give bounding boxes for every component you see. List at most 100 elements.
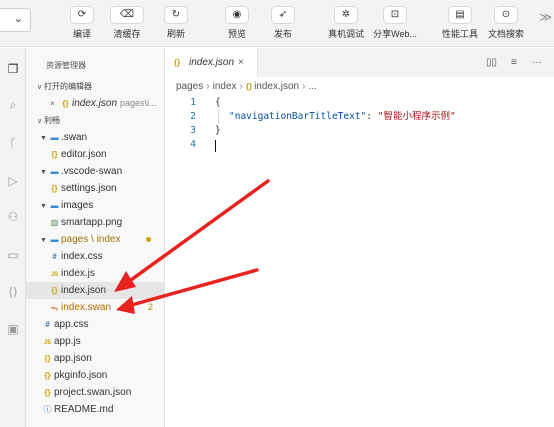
tab-label: index.json [189,57,235,68]
run-debug-icon[interactable]: ▷ [6,174,20,188]
tree-file[interactable]: {} project.swan.json [26,384,164,401]
image-file-icon: ▨ [50,218,59,227]
open-editor-item[interactable]: ×{} index.json pages\i... [26,95,164,112]
refresh-button[interactable]: ↻ 刷新 [148,6,204,46]
code-line: 1 { [166,96,554,110]
problem-count-badge: 2 [147,302,153,312]
tree-file[interactable]: ⓘ README.md [26,401,164,418]
line-number: 3 [190,125,196,136]
open-editors-header[interactable]: ∨ 打开的编辑器 [26,78,164,95]
json-key: "navigationBarTitleText" [229,111,367,122]
publish-button[interactable]: ➶ 发布 [255,6,311,46]
json-file-icon: {} [245,82,253,91]
tree-folder[interactable]: ▼ ▬ images [26,197,164,214]
eye-icon: ◉ [225,6,249,24]
json-file-icon: {} [44,388,51,397]
json-separator: : [366,111,378,122]
line-number: 1 [190,97,196,108]
refresh-label: 刷新 [166,29,185,39]
info-icon: ⓘ [43,405,52,414]
doc-search-icon: ⊙ [494,6,518,24]
clear-cache-label: 清缓存 [113,29,141,39]
device-debug-button[interactable]: ✲ 真机调试 [318,6,374,46]
performance-icon: ▤ [448,6,472,24]
line-number: 2 [190,111,196,122]
caret-down-icon: ▼ [40,203,47,210]
caret-down-icon: ▼ [40,169,47,176]
code-line: 4 [166,138,554,152]
clear-cache-icon: ⌫ [110,6,144,24]
toolbar-more-icon[interactable]: ≫ [539,10,552,24]
code-text: "navigationBarTitleText": "智能小程序示例" [229,110,456,124]
clear-cache-button[interactable]: ⌫ 清缓存 [99,6,155,46]
more-actions-icon[interactable]: ··· [532,57,542,68]
folder-icon: ▬ [50,235,59,244]
tree-folder[interactable]: ▼ ▬ pages \ index [26,231,164,248]
swan-file-icon: ᯓ [50,303,59,312]
close-icon[interactable]: × [238,48,244,77]
project-header[interactable]: ∨ 利畅 [26,112,164,129]
project-dropdown[interactable]: ⌄ [0,8,31,32]
chevron-right-icon: › [206,81,210,92]
text-cursor [215,140,216,152]
monitor-icon[interactable]: ▭ [6,248,20,262]
doc-search-button[interactable]: ⊙ 文档搜索 [478,6,534,46]
files-icon[interactable]: ❐ [6,62,20,76]
json-file-icon: {} [51,184,58,193]
folder-icon: ▬ [50,133,59,142]
tree-file[interactable]: ▨ smartapp.png [26,214,164,231]
tree-file[interactable]: {} editor.json [26,146,164,163]
tree-file[interactable]: # index.css [26,248,164,265]
chevron-right-icon: › [302,81,306,92]
extensions-icon[interactable]: ⚇ [6,210,20,224]
tree-file[interactable]: JS app.js [26,333,164,350]
restart-icon: ⟳ [70,6,94,24]
breadcrumb-item[interactable]: index.json [254,81,299,92]
json-file-icon: {} [51,150,58,159]
tree-file[interactable]: {} pkginfo.json [26,367,164,384]
line-number: 4 [190,139,196,150]
chevron-down-icon: ∨ [36,84,43,91]
briefcase-icon[interactable]: ▣ [6,322,20,336]
publish-label: 发布 [273,29,292,39]
git-branch-icon[interactable]: ᚴ [6,136,20,150]
sidebar-title: 资源管理器 [46,61,86,70]
bug-icon: ✲ [334,6,358,24]
tree-file[interactable]: ᯓ index.swan 2 [26,299,164,316]
editor-area: {} index.json × ▯▯ ≡ ··· pages › index ›{} i… [166,48,554,427]
tree-file-selected[interactable]: {} index.json [26,282,164,299]
explorer-sidebar: 资源管理器 ∨ 打开的编辑器 ×{} index.json pages\i... ∨ 利… [26,48,165,427]
code-brackets-icon[interactable]: ⟨⟩ [4,285,22,299]
share-icon: ⊡ [383,6,407,24]
tree-file[interactable]: JS index.js [26,265,164,282]
modified-dot [146,237,151,242]
json-string: "智能小程序示例" [377,111,456,122]
tree-folder[interactable]: ▼ ▬ .vscode-swan [26,163,164,180]
tab-index-json[interactable]: {} index.json × [166,48,258,77]
code-text: } [215,125,221,136]
tree-file[interactable]: # app.css [26,316,164,333]
tree-file[interactable]: {} settings.json [26,180,164,197]
close-icon[interactable]: × [46,95,59,112]
chevron-down-icon: ∨ [36,118,43,125]
breadcrumb-item[interactable]: index [213,81,237,92]
layout-icon[interactable]: ≡ [511,57,517,68]
split-editor-icon[interactable]: ▯▯ [486,57,497,68]
breadcrumb-item[interactable]: pages [176,81,203,92]
code-editor[interactable]: 1 { 2 "navigationBarTitleText": "智能小程序示例… [166,96,554,152]
tree-file[interactable]: {} app.json [26,350,164,367]
doc-search-label: 文档搜索 [487,29,524,39]
json-file-icon: {} [174,58,181,67]
folder-icon: ▬ [50,201,59,210]
code-line: 2 "navigationBarTitleText": "智能小程序示例" [166,110,554,124]
code-text: { [215,97,221,108]
activity-bar: ❐ ⌕ ᚴ ▷ ⚇ ▭ ⟨⟩ ▣ [0,48,26,427]
tab-bar: {} index.json × ▯▯ ≡ ··· [166,48,554,77]
css-file-icon: # [45,320,50,329]
share-web-button[interactable]: ⊡ 分享Web... [367,6,423,46]
code-line: 3 } [166,124,554,138]
tree-folder[interactable]: ▼ ▬ .swan [26,129,164,146]
search-icon[interactable]: ⌕ [6,98,20,112]
json-file-icon: {} [44,371,51,380]
breadcrumb-item[interactable]: ... [308,81,316,92]
